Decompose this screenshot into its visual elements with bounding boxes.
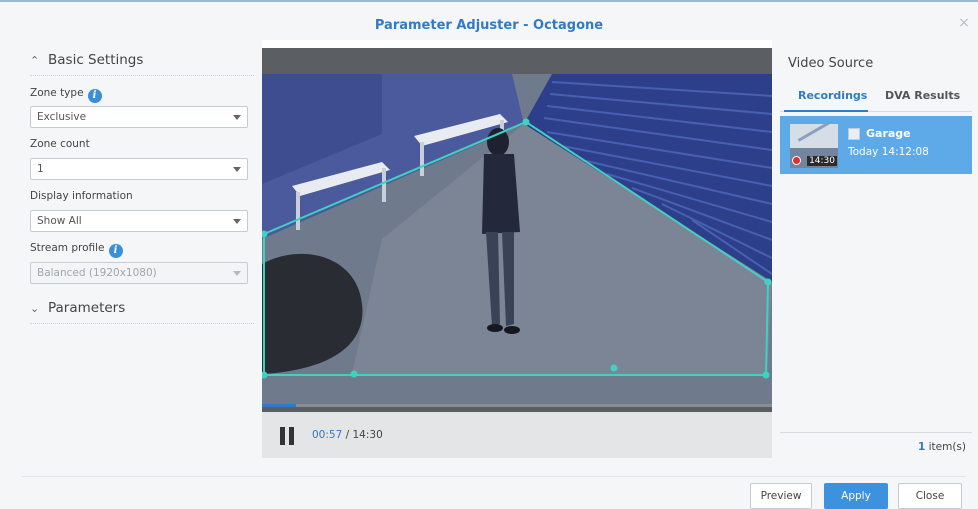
- video-frame[interactable]: [262, 74, 772, 404]
- zone-count-select[interactable]: 1: [30, 158, 248, 180]
- stream-profile-label: Stream profile i: [30, 242, 123, 258]
- divider: [780, 432, 972, 433]
- close-button[interactable]: Close: [898, 483, 962, 509]
- chevron-down-icon: [233, 271, 241, 276]
- info-icon[interactable]: i: [108, 244, 123, 258]
- seek-bar[interactable]: [262, 404, 772, 407]
- window-title: Parameter Adjuster - Octagone: [374, 18, 604, 33]
- parameters-header[interactable]: ⌄ Parameters: [30, 300, 254, 324]
- dialog-footer: Preview Apply Close: [0, 458, 978, 509]
- zone-type-select[interactable]: Exclusive: [30, 106, 248, 128]
- zone-handle[interactable]: [762, 371, 770, 379]
- close-icon[interactable]: ×: [956, 15, 972, 31]
- basic-settings-title: Basic Settings: [48, 52, 144, 68]
- zone-handle[interactable]: [764, 278, 772, 286]
- apply-button[interactable]: Apply: [824, 483, 888, 509]
- recording-thumbnail: 14:30: [790, 124, 838, 168]
- title-bar: Parameter Adjuster - Octagone ×: [0, 0, 978, 40]
- zone-handle[interactable]: [350, 370, 358, 378]
- zone-type-value: Exclusive: [37, 111, 87, 123]
- display-information-value: Show All: [37, 215, 82, 227]
- chevron-down-icon: ⌄: [30, 302, 40, 315]
- pause-button[interactable]: [280, 427, 294, 445]
- video-source-title: Video Source: [788, 56, 874, 71]
- tab-dva-results[interactable]: DVA Results: [885, 89, 960, 102]
- video-player: 00:57 / 14:30: [262, 48, 772, 458]
- playback-time: 00:57 / 14:30: [312, 429, 383, 441]
- chevron-up-icon: ⌃: [30, 54, 40, 67]
- list-item[interactable]: 14:30 Garage Today 14:12:08: [780, 116, 972, 174]
- zone-handle[interactable]: [610, 364, 618, 372]
- recording-checkbox[interactable]: [848, 128, 860, 140]
- total-time: 14:30: [352, 429, 383, 441]
- chevron-down-icon: [233, 219, 241, 224]
- camera-scene: [262, 74, 772, 404]
- divider: [22, 476, 966, 477]
- settings-panel: ⌃ Basic Settings Zone type i Exclusive Zon…: [0, 40, 262, 458]
- info-icon[interactable]: i: [87, 89, 102, 103]
- recording-name: Garage: [866, 127, 911, 140]
- time-separator: /: [342, 429, 353, 441]
- display-information-select[interactable]: Show All: [30, 210, 248, 232]
- zone-handle[interactable]: [522, 118, 530, 126]
- seek-bar-fill: [262, 404, 296, 407]
- chevron-down-icon: [233, 167, 241, 172]
- video-letterbox-top: [262, 48, 772, 74]
- preview-button[interactable]: Preview: [750, 483, 812, 509]
- zone-count-label: Zone count: [30, 138, 90, 150]
- thumb-wall: [790, 124, 838, 148]
- record-icon: [792, 156, 801, 165]
- zone-type-label-text: Zone type: [30, 87, 84, 99]
- pause-icon: [289, 427, 294, 445]
- zone-count-value: 1: [37, 163, 44, 175]
- parameters-title: Parameters: [48, 300, 126, 316]
- display-information-label: Display information: [30, 190, 133, 202]
- source-tabs: Recordings DVA Results: [780, 84, 972, 112]
- current-time: 00:57: [312, 429, 343, 441]
- basic-settings-header[interactable]: ⌃ Basic Settings: [30, 52, 254, 76]
- zone-type-label: Zone type i: [30, 87, 102, 103]
- stream-profile-select: Balanced (1920x1080): [30, 262, 248, 284]
- item-count: 1 item(s): [918, 441, 966, 453]
- chevron-down-icon: [233, 115, 241, 120]
- pause-icon: [280, 427, 285, 445]
- player-controls: 00:57 / 14:30: [262, 412, 772, 458]
- active-tab-indicator: [784, 110, 868, 112]
- stream-profile-value: Balanced (1920x1080): [37, 267, 157, 279]
- recording-time: Today 14:12:08: [848, 146, 929, 158]
- stream-profile-label-text: Stream profile: [30, 242, 105, 254]
- video-source-panel: Video Source Recordings DVA Results 14:3…: [772, 40, 978, 458]
- item-count-suffix: item(s): [925, 441, 966, 453]
- tab-recordings[interactable]: Recordings: [798, 89, 867, 102]
- recording-duration: 14:30: [807, 156, 837, 166]
